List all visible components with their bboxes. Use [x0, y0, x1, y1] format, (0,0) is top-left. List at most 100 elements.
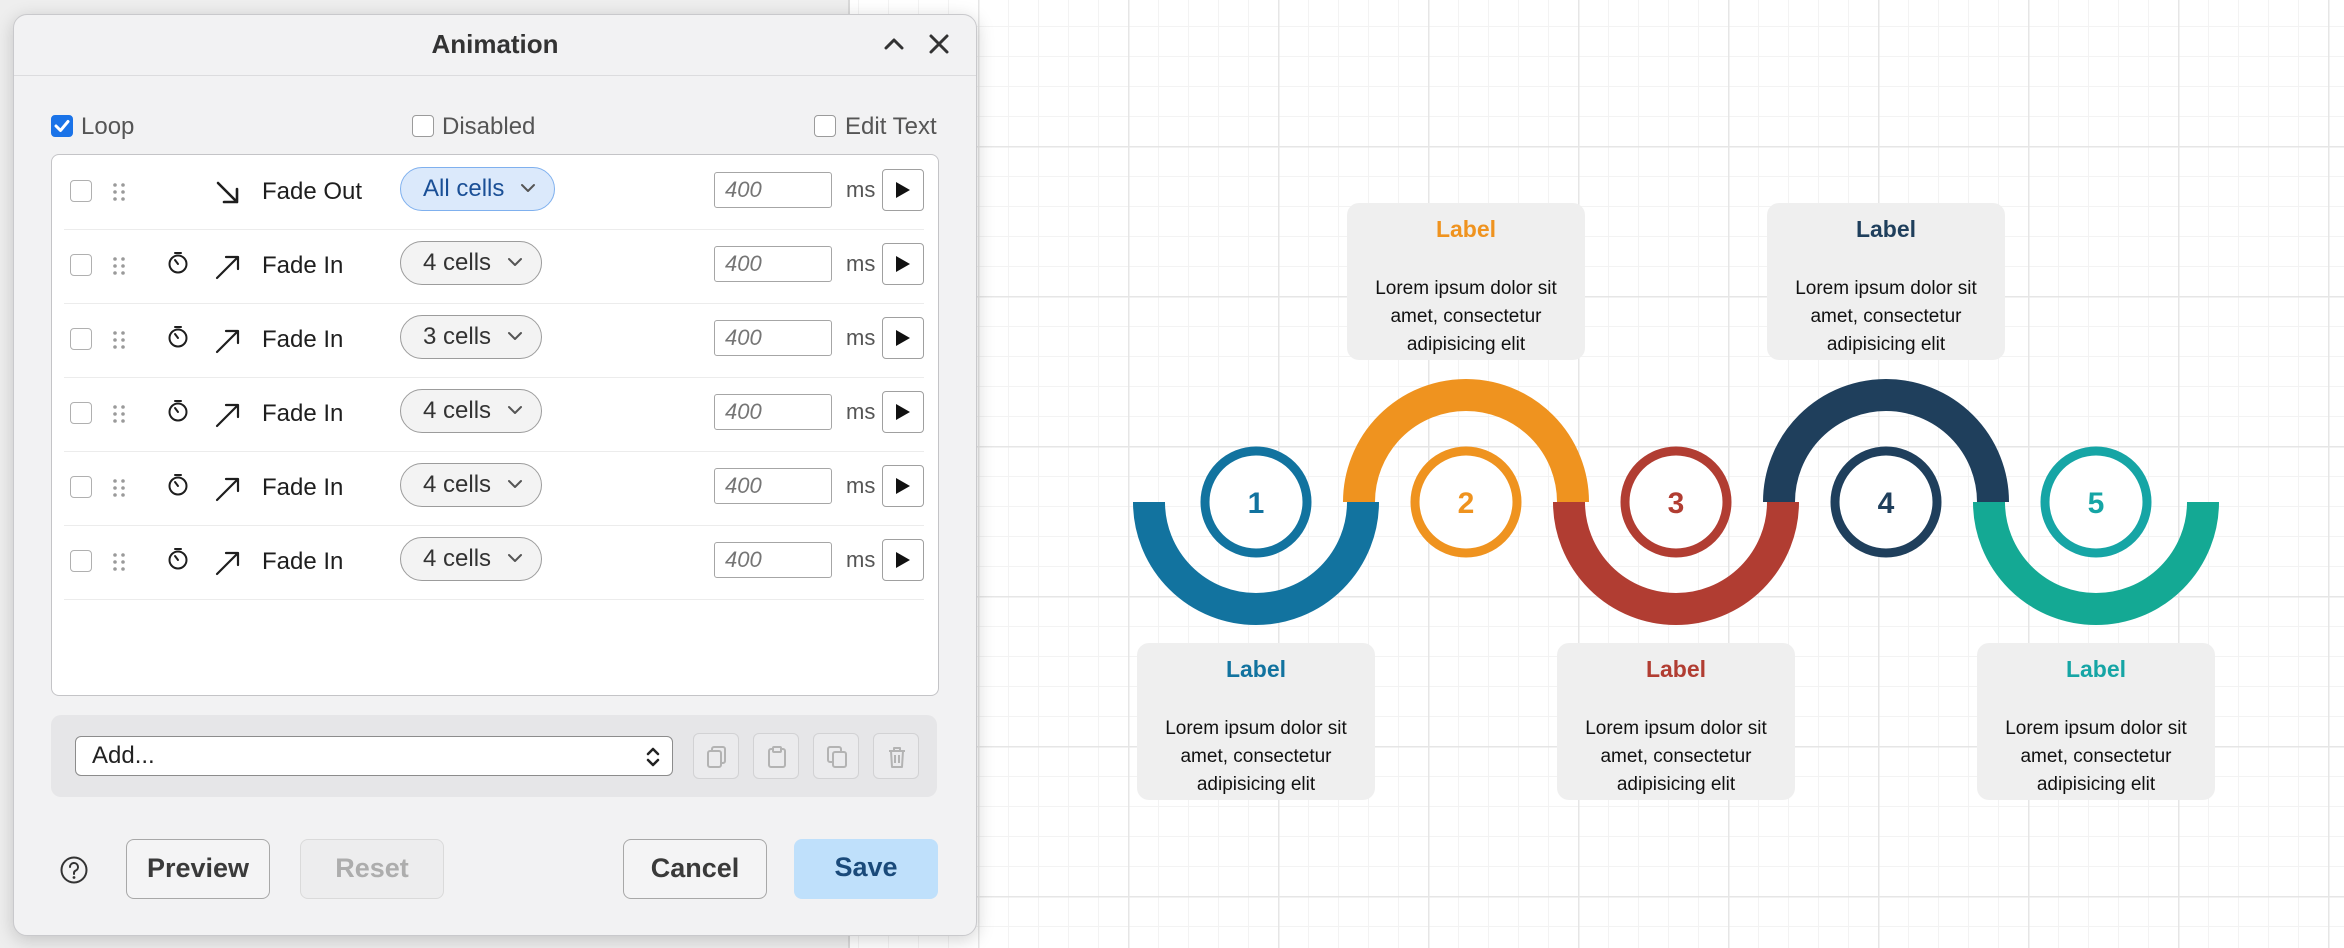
- drag-handle-icon: [113, 331, 125, 349]
- animation-row[interactable]: Fade In 4 cells ms: [64, 451, 924, 526]
- paste-button[interactable]: [753, 733, 799, 779]
- row-play-button[interactable]: [882, 539, 924, 581]
- row-select-checkbox[interactable]: [70, 254, 92, 276]
- row-target-value: 4 cells: [423, 249, 492, 276]
- row-duration-input[interactable]: [714, 246, 832, 282]
- animation-dialog: Animation Loop Disabled Edit Text Fade O…: [13, 14, 977, 936]
- disabled-checkbox[interactable]: [412, 115, 434, 137]
- row-play-button[interactable]: [882, 243, 924, 285]
- row-drag-handle[interactable]: [112, 181, 126, 208]
- row-target-select[interactable]: 4 cells: [400, 537, 543, 581]
- row-duration-unit: ms: [846, 177, 876, 202]
- play-icon: [896, 404, 910, 420]
- row-duration-input[interactable]: [714, 468, 832, 504]
- row-select-checkbox[interactable]: [70, 550, 92, 572]
- row-select-checkbox[interactable]: [70, 328, 92, 350]
- arrow-down-right-icon: [216, 181, 239, 204]
- row-drag-handle[interactable]: [112, 477, 126, 504]
- step-card[interactable]: Label Lorem ipsum dolor sit amet, consecte…: [1137, 643, 1375, 800]
- play-icon: [896, 478, 910, 494]
- row-drag-handle[interactable]: [112, 329, 126, 356]
- row-drag-handle[interactable]: [112, 403, 126, 430]
- paste-icon: [768, 746, 786, 768]
- row-drag-handle[interactable]: [112, 551, 126, 578]
- timer-icon: [168, 326, 188, 348]
- duplicate-button[interactable]: [813, 733, 859, 779]
- row-effect-label: Fade In: [262, 252, 344, 279]
- copy-button[interactable]: [693, 733, 739, 779]
- row-target-select[interactable]: 4 cells: [400, 241, 543, 285]
- reset-button[interactable]: Reset: [300, 839, 444, 899]
- step-description-line: Lorem ipsum dolor sit: [1795, 278, 1977, 299]
- row-target-select[interactable]: 4 cells: [400, 463, 543, 507]
- play-icon: [896, 182, 910, 198]
- row-play-button[interactable]: [882, 465, 924, 507]
- animation-row[interactable]: Fade In 4 cells ms: [64, 525, 924, 600]
- row-select-checkbox[interactable]: [70, 402, 92, 424]
- chevron-down-icon: [508, 332, 523, 340]
- animation-list[interactable]: Fade OutAll cellsmsFade In4 cellsmsFade …: [51, 154, 939, 696]
- row-target-select[interactable]: All cells: [400, 167, 556, 211]
- trash-icon: [889, 747, 905, 768]
- step-description-line: Lorem ipsum dolor sit: [1375, 278, 1557, 299]
- step-card[interactable]: Label Lorem ipsum dolor sit amet, consecte…: [1557, 643, 1795, 800]
- step-description-line: Lorem ipsum dolor sit: [1165, 718, 1347, 739]
- save-button[interactable]: Save: [794, 839, 938, 899]
- animation-row[interactable]: Fade Out All cells ms: [64, 155, 924, 230]
- step-description-line: adipisicing elit: [1617, 774, 1736, 795]
- animation-row[interactable]: Fade In 3 cells ms: [64, 303, 924, 378]
- row-duration-input[interactable]: [714, 320, 832, 356]
- row-duration-input[interactable]: [714, 172, 832, 208]
- drag-handle-icon: [113, 405, 125, 423]
- row-timer: [166, 250, 190, 281]
- row-target-select[interactable]: 4 cells: [400, 389, 543, 433]
- step-card[interactable]: Label Lorem ipsum dolor sit amet, consecte…: [1347, 203, 1585, 360]
- play-icon: [896, 330, 910, 346]
- row-select-checkbox[interactable]: [70, 180, 92, 202]
- row-drag-handle[interactable]: [112, 255, 126, 282]
- row-play-button[interactable]: [882, 169, 924, 211]
- arrow-up-right-icon: [215, 255, 240, 280]
- chevron-up-icon: [884, 38, 904, 50]
- chevron-down-icon: [508, 258, 523, 266]
- step-card[interactable]: Label Lorem ipsum dolor sit amet, consecte…: [1767, 203, 2005, 360]
- step-description-line: amet, consectetur: [1390, 306, 1542, 327]
- row-target-value: 3 cells: [423, 323, 492, 350]
- step-number: 4: [1878, 487, 1895, 520]
- animation-row[interactable]: Fade In 4 cells ms: [64, 377, 924, 452]
- cancel-button[interactable]: Cancel: [623, 839, 767, 899]
- close-button[interactable]: [920, 25, 958, 63]
- step-description-line: adipisicing elit: [1197, 774, 1316, 795]
- step-description-line: amet, consectetur: [1600, 746, 1752, 767]
- timer-icon: [168, 400, 188, 422]
- row-select-checkbox[interactable]: [70, 476, 92, 498]
- animation-row[interactable]: Fade In 4 cells ms: [64, 229, 924, 304]
- step-number: 1: [1248, 487, 1265, 520]
- row-play-button[interactable]: [882, 391, 924, 433]
- row-play-button[interactable]: [882, 317, 924, 359]
- select-updown-icon: [646, 747, 660, 767]
- row-duration-input[interactable]: [714, 542, 832, 578]
- step-description-line: adipisicing elit: [1407, 334, 1526, 355]
- delete-button[interactable]: [873, 733, 919, 779]
- row-timer: [166, 546, 190, 577]
- loop-checkbox[interactable]: [51, 115, 73, 137]
- help-button[interactable]: [59, 855, 89, 885]
- chevron-down-icon: [508, 554, 523, 562]
- edit-text-checkbox[interactable]: [814, 115, 836, 137]
- add-toolbar: Add...: [51, 715, 937, 797]
- step-description-line: amet, consectetur: [1180, 746, 1332, 767]
- add-animation-select[interactable]: Add...: [75, 736, 673, 776]
- collapse-button[interactable]: [875, 25, 913, 63]
- row-effect-icon: [214, 253, 242, 286]
- step-description-line: Lorem ipsum dolor sit: [2005, 718, 2187, 739]
- preview-button[interactable]: Preview: [126, 839, 270, 899]
- row-duration-input[interactable]: [714, 394, 832, 430]
- row-timer: [166, 398, 190, 429]
- chevron-down-icon: [508, 406, 523, 414]
- row-target-select[interactable]: 3 cells: [400, 315, 543, 359]
- row-duration-unit: ms: [846, 473, 876, 498]
- row-effect-icon: [214, 327, 242, 360]
- row-timer: [166, 472, 190, 503]
- step-card[interactable]: Label Lorem ipsum dolor sit amet, consecte…: [1977, 643, 2215, 800]
